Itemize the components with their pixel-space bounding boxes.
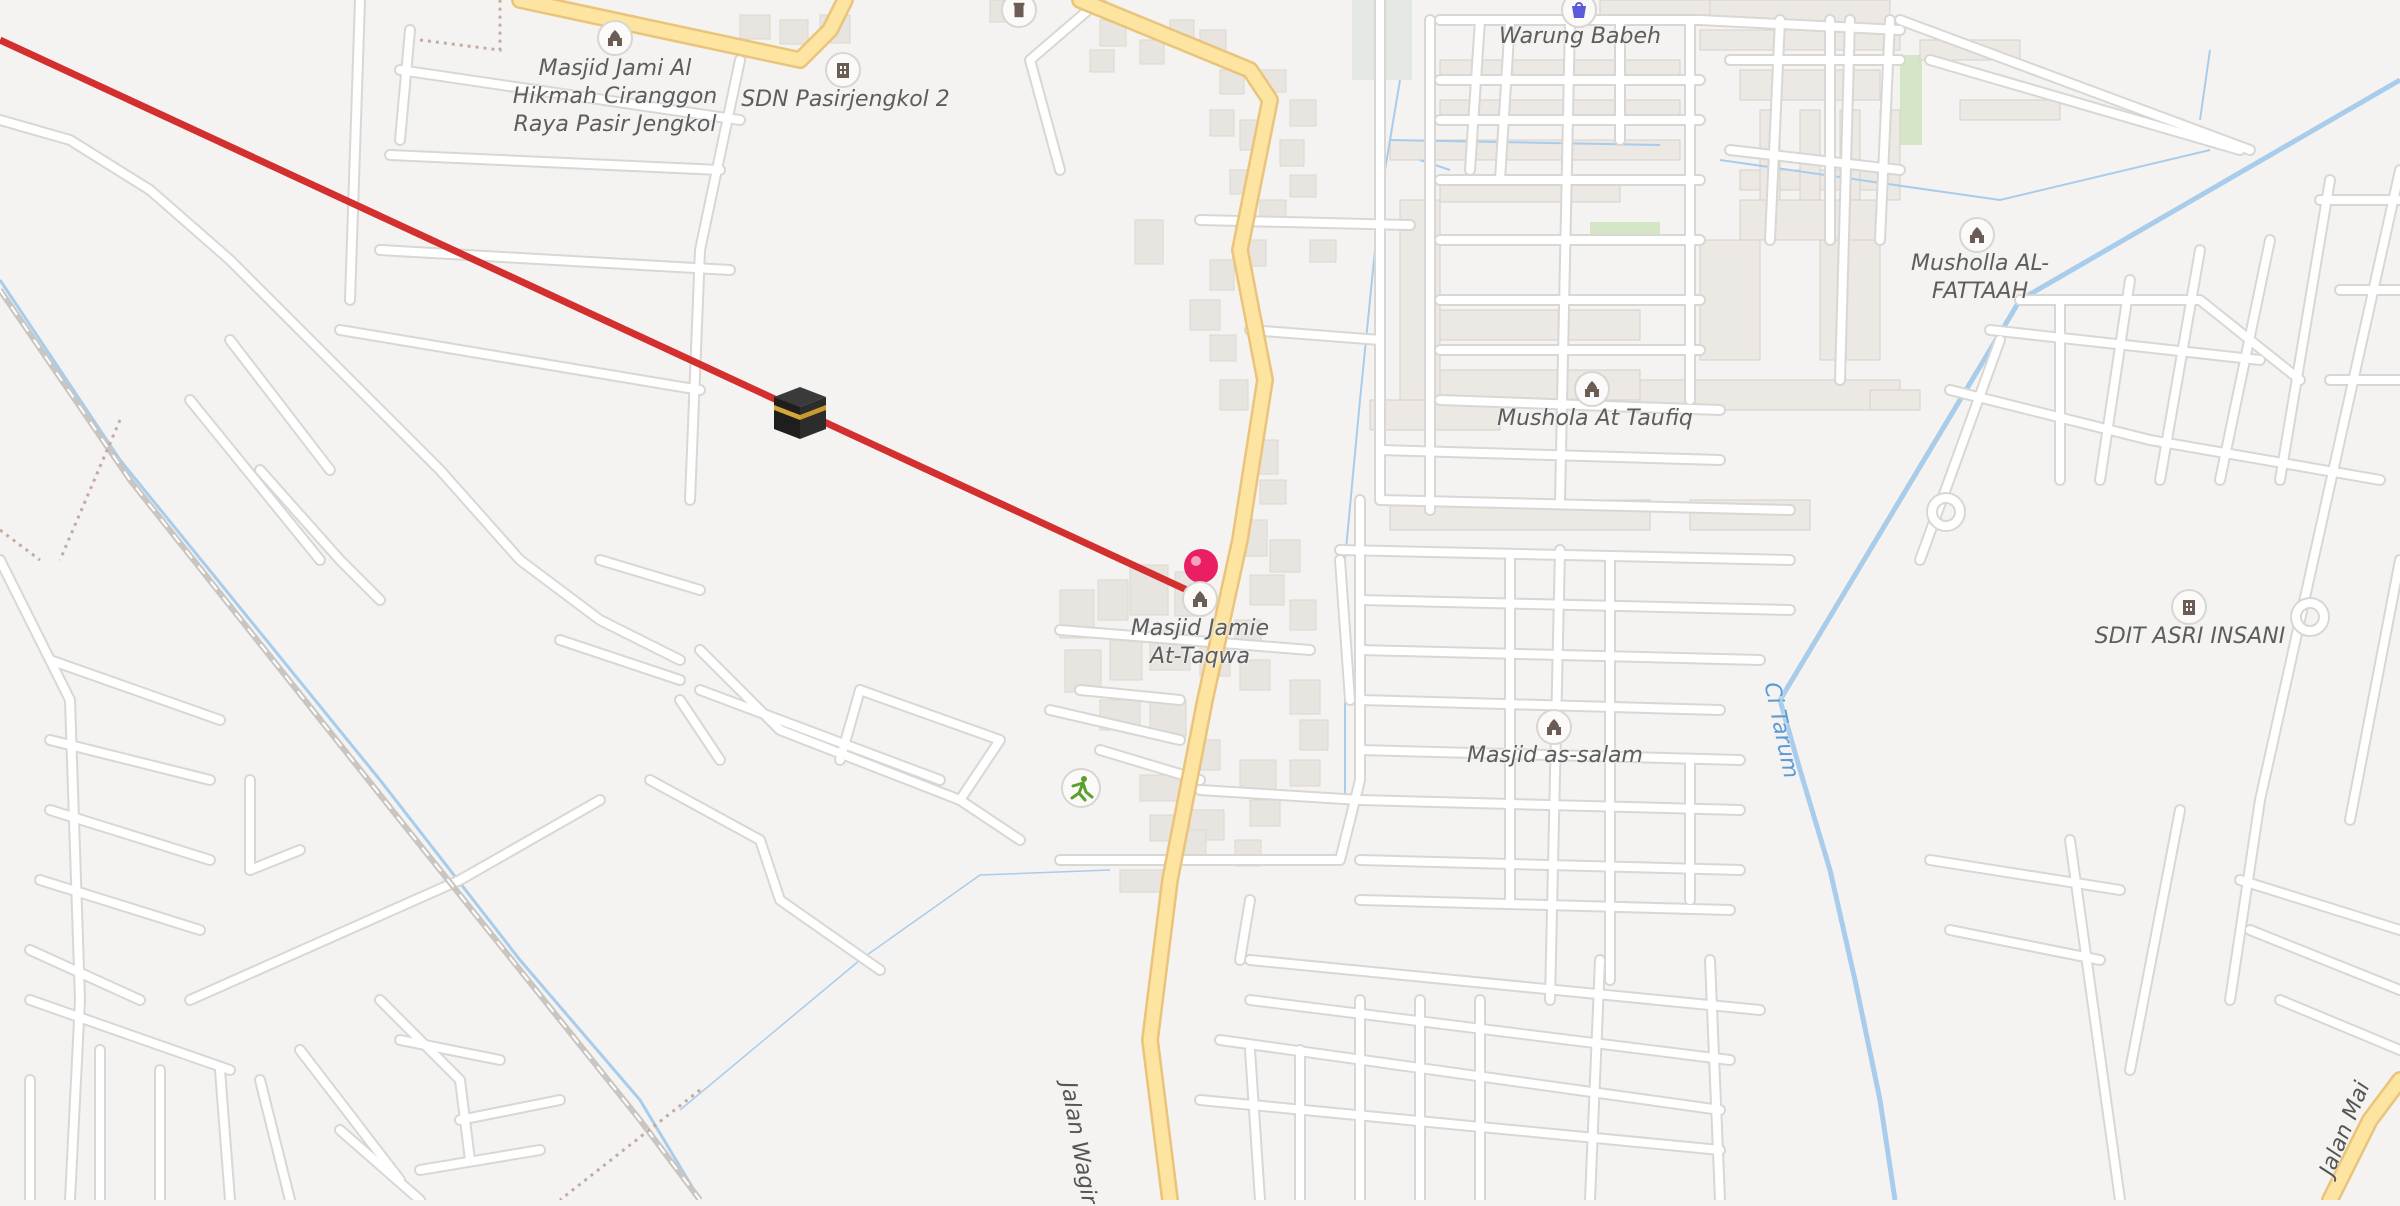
label-musholla-al-fattaah[interactable]: Musholla AL- FATTAAH <box>1895 250 2065 306</box>
mosque-icon[interactable] <box>597 20 633 56</box>
label-sdn-pasirjengkol[interactable]: SDN Pasirjengkol 2 <box>738 86 953 114</box>
label-line: Hikmah Ciranggon <box>512 84 718 109</box>
sport-icon[interactable] <box>1061 768 1101 808</box>
mosque-icon[interactable] <box>1182 581 1218 617</box>
label-masjid-jami-al-hikmah[interactable]: Masjid Jami Al Hikmah Ciranggon Raya Pas… <box>500 55 730 139</box>
label-line: At-Taqwa <box>1149 644 1251 669</box>
label-warung-babeh[interactable]: Warung Babeh <box>1490 23 1670 51</box>
label-masjid-jamie-at-taqwa[interactable]: Masjid Jamie At-Taqwa <box>1110 615 1290 671</box>
school-icon[interactable] <box>2171 589 2207 625</box>
label-line: FATTAAH <box>1931 279 2029 304</box>
school-icon[interactable] <box>825 52 861 88</box>
mosque-icon[interactable] <box>1574 371 1610 407</box>
label-line: Masjid Jamie <box>1130 616 1270 641</box>
mosque-icon[interactable] <box>1959 217 1995 253</box>
park-area <box>1900 55 1922 145</box>
label-line: Musholla AL- <box>1910 251 2050 276</box>
label-line: Masjid Jami Al <box>538 56 692 81</box>
label-mushola-at-taufiq[interactable]: Mushola At Taufiq <box>1480 405 1710 433</box>
label-line: Raya Pasir Jengkol <box>513 112 717 137</box>
park-area <box>1590 222 1660 236</box>
label-masjid-as-salam[interactable]: Masjid as-salam <box>1460 742 1650 770</box>
mosque-icon[interactable] <box>1536 709 1572 745</box>
kaaba-icon[interactable] <box>774 387 826 439</box>
label-sdit-asri-insani[interactable]: SDIT ASRI INSANI <box>2090 623 2290 651</box>
